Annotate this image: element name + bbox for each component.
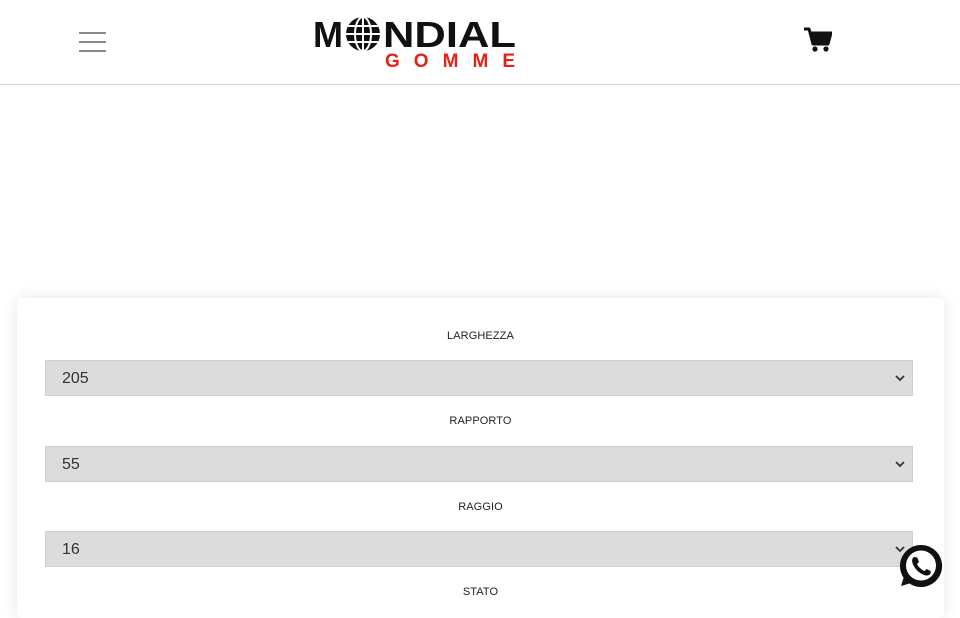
- logo-text-ndial: NDIAL: [383, 14, 516, 55]
- field-label-stato: STATO: [462, 586, 499, 598]
- field-label-raggio: RAGGIO: [458, 501, 503, 513]
- logo-text-m1: M: [313, 14, 343, 55]
- mondial-gomme-logo[interactable]: M NDIAL GOMME: [313, 13, 517, 71]
- logo-globe-icon: [346, 16, 380, 52]
- raggio-value: 16: [62, 541, 80, 558]
- chevron-down-icon: [895, 375, 905, 382]
- rapporto-value: 55: [62, 456, 80, 473]
- rapporto-select[interactable]: 55: [45, 446, 913, 482]
- field-label-rapporto: RAPPORTO: [449, 415, 512, 427]
- field-label-larghezza: LARGHEZZA: [447, 330, 514, 342]
- larghezza-value: 205: [62, 370, 89, 387]
- shopping-cart-icon[interactable]: [804, 27, 832, 53]
- site-header: M NDIAL GOMME: [0, 0, 960, 85]
- tyre-search-card: LARGHEZZA 205 RAPPORTO 55 RAGGIO 16 STAT…: [17, 298, 944, 618]
- larghezza-select[interactable]: 205: [45, 360, 913, 396]
- raggio-select[interactable]: 16: [45, 531, 913, 567]
- chevron-down-icon: [895, 461, 905, 468]
- hamburger-menu-icon[interactable]: [79, 30, 106, 54]
- whatsapp-icon[interactable]: [897, 542, 945, 590]
